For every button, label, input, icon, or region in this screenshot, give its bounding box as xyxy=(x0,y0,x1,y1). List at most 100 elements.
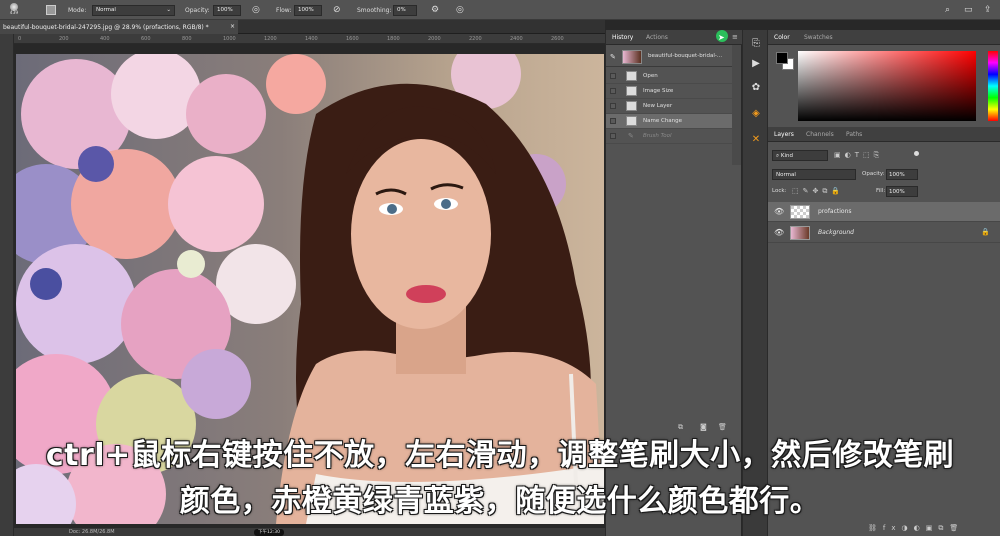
color-panel-tabs: Color Swatches xyxy=(768,30,1000,45)
flow-input[interactable]: 100% xyxy=(294,3,322,17)
blend-mode-select[interactable]: Normal xyxy=(772,169,856,180)
history-panel-icon[interactable]: ⎘ xyxy=(749,36,763,50)
layer-row-background[interactable]: 👁 Background 🔒 xyxy=(768,223,1000,243)
layer-thumbnail-image xyxy=(790,226,810,240)
photoshop-window: 439 Mode: Normal ⌄ Opacity: 100% ◎ Flow: … xyxy=(0,0,1000,536)
ruler-mark: 200 xyxy=(59,36,69,42)
panel-menu-icon[interactable]: ≡ xyxy=(732,33,738,41)
history-source-checkbox[interactable] xyxy=(610,118,616,124)
history-source-checkbox[interactable] xyxy=(610,73,616,79)
history-item-label: Image Size xyxy=(643,88,674,94)
brush-preset-picker[interactable]: 439 xyxy=(4,3,24,17)
share-icon[interactable]: ⇪ xyxy=(984,3,992,17)
blend-mode-value: Normal xyxy=(776,172,796,178)
snapshot-label: beautiful-bouquet-bridal-... xyxy=(648,53,723,59)
filter-toggle-icon[interactable] xyxy=(914,151,919,156)
history-scrollbar[interactable] xyxy=(732,45,741,165)
history-snapshot[interactable]: ✎ beautiful-bouquet-bridal-... xyxy=(606,47,733,67)
tab-channels[interactable]: Channels xyxy=(806,131,834,138)
history-source-checkbox[interactable] xyxy=(610,103,616,109)
color-picker-field[interactable] xyxy=(798,51,976,121)
tab-layers[interactable]: Layers xyxy=(774,131,794,138)
visibility-eye-icon[interactable]: 👁 xyxy=(774,228,784,237)
history-item-open[interactable]: Open xyxy=(606,69,733,84)
hue-slider[interactable] xyxy=(988,51,998,121)
play-action-icon[interactable]: ▶ xyxy=(749,56,763,70)
pressure-size-icon[interactable]: ◎ xyxy=(456,3,464,17)
tab-actions[interactable]: Actions xyxy=(646,34,668,41)
workspace-icon[interactable]: ▭ xyxy=(964,3,973,17)
tab-history[interactable]: History xyxy=(612,34,633,41)
foreground-color-swatch[interactable] xyxy=(776,52,788,64)
close-icon[interactable]: × xyxy=(230,23,235,30)
flow-value: 100% xyxy=(298,7,314,13)
chevron-down-icon: ⌄ xyxy=(166,7,171,13)
3d-panel-icon[interactable]: ◈ xyxy=(749,106,763,120)
brush-settings-icon xyxy=(46,5,56,15)
brush-settings-toggle[interactable] xyxy=(46,3,56,17)
smoothing-value: 0% xyxy=(397,7,406,13)
fill-value: 100% xyxy=(889,189,905,195)
layers-panel-tabs: Layers Channels Paths xyxy=(768,127,1000,142)
layer-opacity-label: Opacity: xyxy=(862,171,885,177)
fill-label: Fill: xyxy=(876,188,886,194)
document-icon xyxy=(626,71,637,81)
document-tabbar: beautiful-bouquet-bridal-247295.jpg @ 28… xyxy=(0,20,605,34)
lock-icon: 🔒 xyxy=(981,228,990,236)
layer-name[interactable]: profactions xyxy=(818,208,852,215)
history-item-name-change[interactable]: Name Change xyxy=(606,114,733,129)
brush-icon: ✎ xyxy=(628,132,634,140)
filter-kind-value: Kind xyxy=(780,153,793,159)
brush-source-icon[interactable]: ✎ xyxy=(610,53,616,61)
flow-label: Flow: xyxy=(276,6,292,14)
history-item-label: Brush Tool xyxy=(643,133,672,139)
tab-swatches[interactable]: Swatches xyxy=(804,34,833,41)
document-tab[interactable]: beautiful-bouquet-bridal-247295.jpg @ 28… xyxy=(0,20,238,34)
history-item-brush-tool[interactable]: ✎ Brush Tool xyxy=(606,129,733,144)
opacity-input[interactable]: 100% xyxy=(213,3,241,17)
subtitle-line-2: 颜色，赤橙黄绿青蓝紫，随便选什么颜色都行。 xyxy=(179,484,821,519)
layer-row-profactions[interactable]: 👁 profactions xyxy=(768,202,1000,222)
layer-opacity-input[interactable]: 100% xyxy=(886,169,918,180)
history-item-image-size[interactable]: Image Size xyxy=(606,84,733,99)
document-icon xyxy=(626,101,637,111)
layer-filter-icons[interactable]: ▣◐T⬚⎘ xyxy=(834,151,883,160)
history-source-checkbox[interactable] xyxy=(610,88,616,94)
snapshot-thumbnail xyxy=(622,50,642,64)
document-icon xyxy=(626,116,637,126)
document-tab-title: beautiful-bouquet-bridal-247295.jpg @ 28… xyxy=(3,24,209,31)
layers-footer-icons[interactable]: ⛓fx◑◐▣⧉🗑 xyxy=(868,524,998,534)
pressure-opacity-icon[interactable]: ◎ xyxy=(252,3,260,17)
search-icon[interactable]: ⌕ xyxy=(945,3,950,17)
mode-select[interactable]: Normal ⌄ xyxy=(92,3,175,17)
tools-panel-icon[interactable]: ✕ xyxy=(749,132,763,146)
options-bar: 439 Mode: Normal ⌄ Opacity: 100% ◎ Flow: … xyxy=(0,0,1000,20)
layer-filter-select[interactable]: ⌕ Kind xyxy=(772,150,828,161)
gear-icon[interactable]: ⚙ xyxy=(431,3,439,17)
ruler-mark: 1200 xyxy=(264,36,277,42)
opacity-value: 100% xyxy=(217,7,233,13)
ruler-mark: 2200 xyxy=(469,36,482,42)
tab-color[interactable]: Color xyxy=(774,34,790,41)
history-source-checkbox[interactable] xyxy=(610,133,616,139)
cursor-arrow-icon: ➤ xyxy=(718,33,725,42)
layer-name[interactable]: Background xyxy=(818,229,854,236)
taskbar-clock: 下午12:30 xyxy=(254,529,284,536)
fill-input[interactable]: 100% xyxy=(886,186,918,197)
layer-thumbnail-transparent xyxy=(790,205,810,219)
ruler-mark: 1000 xyxy=(223,36,236,42)
brush-settings-panel-icon[interactable]: ✿ xyxy=(749,80,763,94)
status-bar: Doc: 26.8M/26.8M xyxy=(14,528,605,536)
history-item-label: Name Change xyxy=(643,118,683,124)
history-item-new-layer[interactable]: New Layer xyxy=(606,99,733,114)
airbrush-icon[interactable]: ⊘ xyxy=(333,3,341,17)
history-item-label: Open xyxy=(643,73,658,79)
history-panel-tabs: History Actions ➤ ≡ xyxy=(606,30,742,45)
opacity-label: Opacity: xyxy=(185,6,210,14)
zoom-status-text: Doc: 26.8M/26.8M xyxy=(69,529,115,535)
tab-paths[interactable]: Paths xyxy=(846,131,862,138)
smoothing-input[interactable]: 0% xyxy=(393,3,417,17)
lock-icons[interactable]: ⬚✎✥⧉🔒 xyxy=(792,187,844,196)
ruler-mark: 1400 xyxy=(305,36,318,42)
visibility-eye-icon[interactable]: 👁 xyxy=(774,207,784,216)
